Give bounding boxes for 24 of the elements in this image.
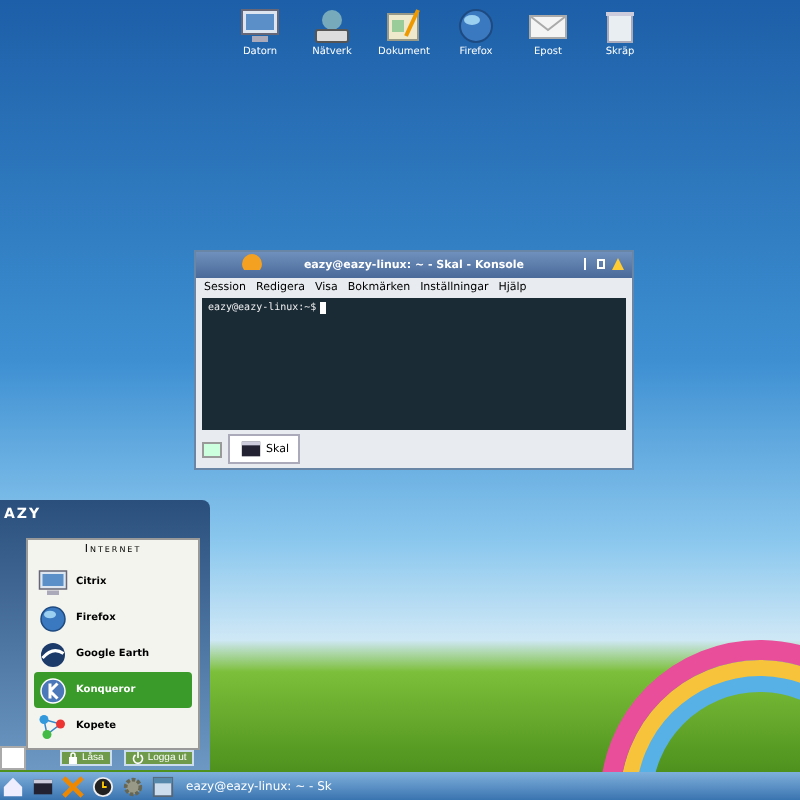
monitor-icon bbox=[38, 567, 68, 597]
network-drive-icon bbox=[312, 6, 352, 46]
lock-icon bbox=[68, 752, 78, 764]
earth-icon bbox=[38, 639, 68, 669]
search-field[interactable] bbox=[0, 746, 26, 770]
power-icon bbox=[131, 752, 144, 764]
minimize-icon[interactable] bbox=[580, 258, 590, 270]
monitor-icon bbox=[240, 6, 280, 46]
maximize-icon[interactable] bbox=[596, 258, 606, 270]
window-icon[interactable] bbox=[152, 775, 174, 797]
globe-icon bbox=[456, 6, 496, 46]
k-icon bbox=[38, 675, 68, 705]
terminal-icon[interactable] bbox=[32, 775, 54, 797]
trash-icon bbox=[600, 6, 640, 46]
new-tab-icon[interactable] bbox=[202, 441, 222, 457]
terminal-icon[interactable] bbox=[240, 438, 262, 460]
gear-icon[interactable] bbox=[122, 775, 144, 797]
warning-icon[interactable] bbox=[612, 258, 624, 270]
document-icon bbox=[384, 6, 424, 46]
house-icon[interactable] bbox=[2, 775, 24, 797]
clock-icon[interactable] bbox=[92, 775, 114, 797]
globe-icon bbox=[38, 603, 68, 633]
network-icon bbox=[38, 711, 68, 741]
cursor bbox=[320, 302, 327, 314]
